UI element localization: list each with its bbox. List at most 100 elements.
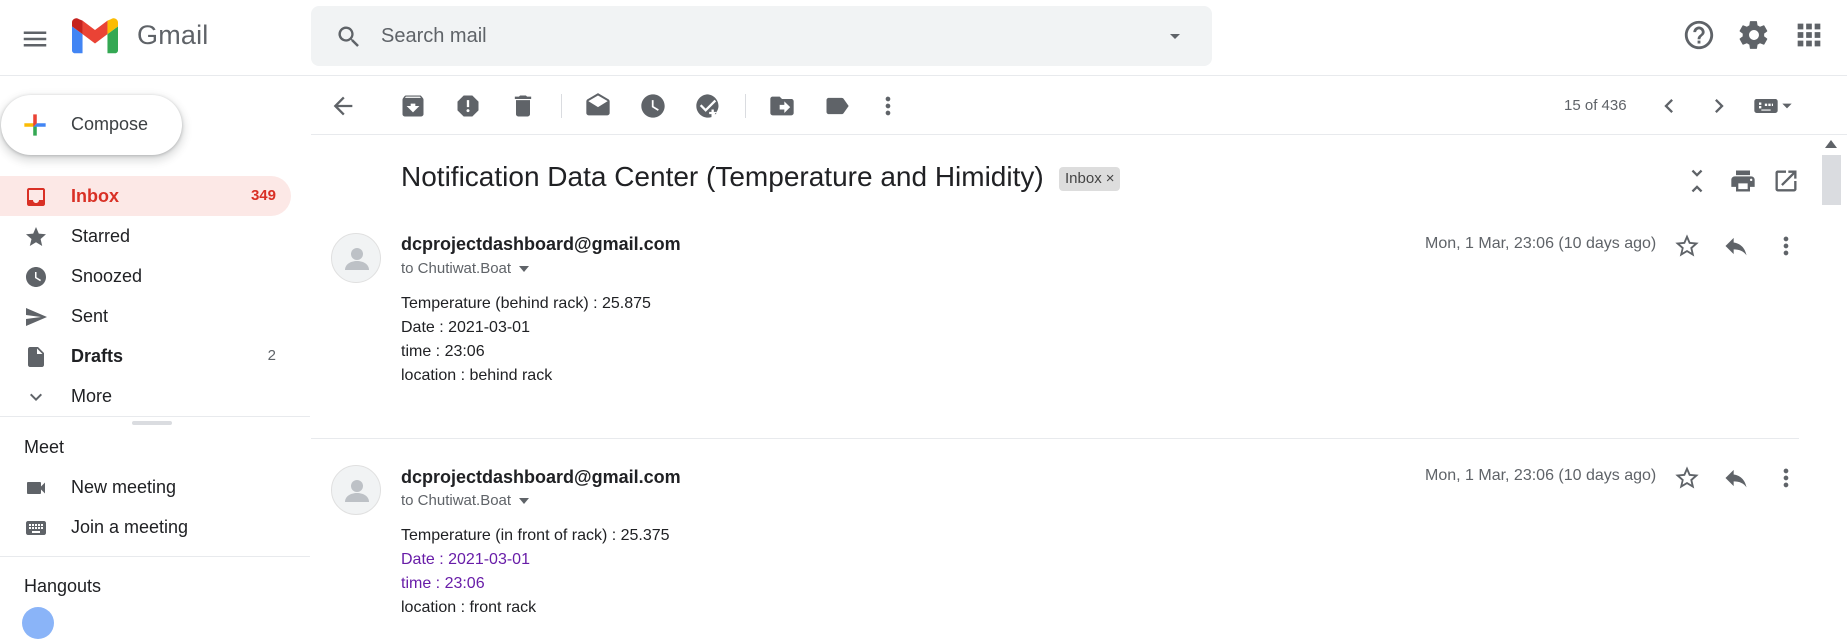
main-menu-icon[interactable] (20, 24, 50, 54)
sidebar-item-label: Snoozed (71, 266, 143, 286)
message-divider (311, 438, 1799, 439)
archive-icon[interactable] (399, 92, 427, 120)
message-date: Mon, 1 Mar, 23:06 (10 days ago) (1425, 467, 1657, 484)
label-tag-icon[interactable] (823, 92, 851, 120)
help-icon[interactable] (1682, 18, 1716, 52)
report-spam-icon[interactable] (454, 92, 482, 120)
sidebar-item-label: Drafts (71, 346, 124, 366)
new-meeting-label: New meeting (71, 477, 177, 497)
recipient-text: to Chutiwat.Boat (401, 260, 512, 277)
star-icon[interactable] (1673, 232, 1701, 260)
search-options-caret-icon[interactable] (1163, 24, 1187, 48)
unread-count: 349 (250, 187, 276, 204)
recipient-line[interactable]: to Chutiwat.Boat (401, 492, 530, 509)
sender-email[interactable]: dcprojectdashboard@gmail.com (401, 467, 681, 488)
scrollbar-thumb[interactable] (1822, 155, 1841, 205)
back-arrow-icon[interactable] (329, 92, 357, 120)
show-details-caret-icon[interactable] (519, 498, 530, 505)
more-vertical-icon[interactable] (874, 92, 902, 120)
snooze-clock-icon[interactable] (639, 92, 667, 120)
recipient-line[interactable]: to Chutiwat.Boat (401, 260, 530, 277)
sidebar-item-more[interactable]: More (0, 376, 291, 416)
remove-label-icon[interactable]: × (1106, 170, 1115, 187)
clock-icon (26, 267, 46, 287)
input-tools-keyboard-icon[interactable] (1751, 92, 1795, 120)
inbox-icon (27, 188, 45, 206)
message-body-line: location : behind rack (401, 367, 553, 384)
toolbar-separator (745, 94, 746, 118)
search-input[interactable] (381, 20, 1121, 52)
sidebar-divider (0, 416, 310, 417)
move-to-icon[interactable] (768, 92, 796, 120)
message-body-line: Temperature (behind rack) : 25.875 (401, 295, 651, 312)
recipient-text: to Chutiwat.Boat (401, 492, 512, 509)
message-body-line: time : 23:06 (401, 343, 485, 360)
search-bar[interactable] (311, 6, 1212, 66)
sidebar-item-label: More (71, 386, 113, 406)
compose-plus-icon (24, 114, 46, 136)
draft-count: 2 (267, 347, 276, 364)
send-icon (26, 308, 47, 326)
thread-subject: Notification Data Center (Temperature an… (401, 161, 1044, 192)
newer-chevron-left-icon[interactable] (1655, 92, 1683, 120)
compose-label: Compose (71, 114, 149, 134)
older-chevron-right-icon[interactable] (1705, 92, 1733, 120)
star-icon[interactable] (1673, 464, 1701, 492)
sidebar-item-drafts[interactable]: Drafts 2 (0, 336, 291, 376)
resize-handle[interactable] (132, 421, 172, 425)
video-camera-icon (27, 482, 45, 494)
gmail-logo-icon[interactable] (72, 18, 118, 54)
hangouts-section-title: Hangouts (24, 576, 102, 596)
message-body-line: Date : 2021-03-01 (401, 551, 530, 568)
inbox-label-badge: Inbox × (1059, 167, 1121, 191)
sidebar-item-label: Sent (71, 306, 109, 326)
settings-gear-icon[interactable] (1737, 18, 1771, 52)
top-bar: Gmail (0, 0, 1847, 76)
default-avatar-icon (345, 480, 369, 502)
sender-email[interactable]: dcprojectdashboard@gmail.com (401, 234, 681, 255)
open-in-new-window-icon[interactable] (1772, 167, 1800, 195)
sidebar-divider (0, 556, 310, 557)
chevron-down-icon (30, 393, 42, 401)
search-icon[interactable] (335, 23, 363, 51)
message-body-line: time : 23:06 (401, 575, 485, 592)
reply-arrow-icon[interactable] (1722, 464, 1750, 492)
join-meeting-button[interactable]: Join a meeting (0, 507, 291, 547)
sidebar-item-starred[interactable]: Starred (0, 216, 291, 256)
collapse-all-icon[interactable] (1683, 167, 1711, 195)
compose-button[interactable]: Compose (1, 95, 182, 155)
thread-scrollbar[interactable] (1821, 137, 1842, 618)
sidebar-item-label: Starred (71, 226, 131, 246)
more-vertical-icon[interactable] (1772, 464, 1800, 492)
reply-arrow-icon[interactable] (1722, 232, 1750, 260)
avatar[interactable] (331, 233, 381, 283)
message-date: Mon, 1 Mar, 23:06 (10 days ago) (1425, 235, 1657, 252)
mark-unread-icon[interactable] (584, 92, 612, 120)
message-toolbar: 15 of 436 (311, 76, 1847, 135)
sidebar-item-inbox[interactable]: Inbox 349 (0, 176, 291, 216)
new-meeting-button[interactable]: New meeting (0, 467, 291, 507)
sidebar-item-snoozed[interactable]: Snoozed (0, 256, 291, 296)
scroll-up-arrow-icon[interactable] (1825, 140, 1837, 148)
show-details-caret-icon[interactable] (519, 266, 530, 273)
message-body-line: Date : 2021-03-01 (401, 319, 530, 336)
sidebar-item-sent[interactable]: Sent (0, 296, 291, 336)
sidebar-item-label: Inbox (71, 186, 119, 206)
app-brand: Gmail (137, 20, 209, 50)
message-body-line: location : front rack (401, 599, 537, 616)
default-avatar-icon (345, 248, 369, 270)
toolbar-separator (561, 94, 562, 118)
keyboard-icon (26, 521, 46, 535)
apps-grid-icon[interactable] (1792, 18, 1826, 52)
delete-trash-icon[interactable] (509, 92, 537, 120)
hangouts-avatar[interactable] (22, 607, 54, 639)
print-icon[interactable] (1729, 167, 1757, 195)
more-vertical-icon[interactable] (1772, 232, 1800, 260)
avatar[interactable] (331, 465, 381, 515)
inbox-label-text: Inbox (1065, 170, 1102, 187)
join-meeting-label: Join a meeting (71, 517, 189, 537)
pagination-text: 15 of 436 (1564, 97, 1627, 114)
draft-icon (28, 347, 44, 367)
add-to-tasks-icon[interactable] (694, 92, 722, 120)
sidebar: Compose Inbox 349 Starred Snoozed Sent D… (0, 76, 310, 639)
